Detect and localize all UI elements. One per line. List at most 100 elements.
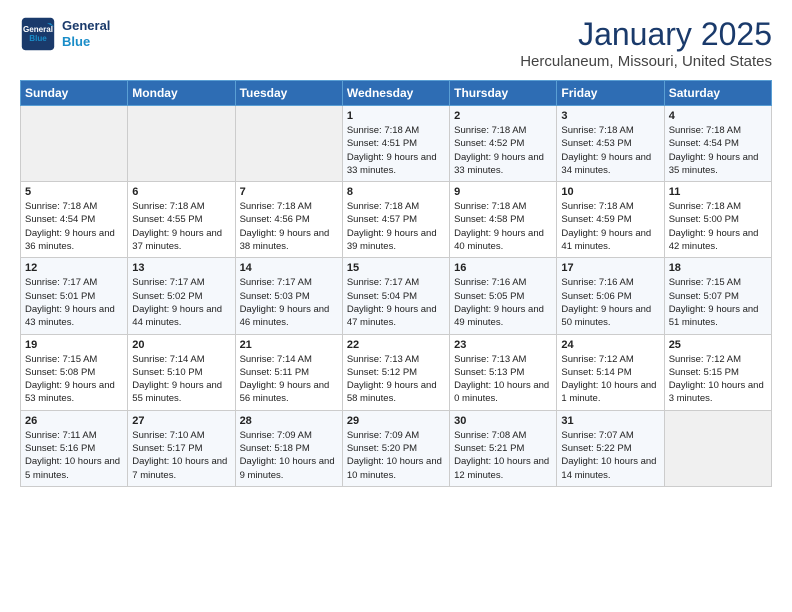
day-info: Sunrise: 7:17 AMSunset: 5:01 PMDaylight:… [25,276,123,329]
svg-text:General: General [23,25,53,34]
day-number: 29 [347,415,445,427]
day-info: Sunrise: 7:09 AMSunset: 5:18 PMDaylight:… [240,429,338,482]
day-info: Sunrise: 7:16 AMSunset: 5:06 PMDaylight:… [561,276,659,329]
day-number: 8 [347,186,445,198]
logo-name-blue: Blue [62,34,110,50]
calendar-header-row: SundayMondayTuesdayWednesdayThursdayFrid… [21,81,772,106]
calendar-cell: 20Sunrise: 7:14 AMSunset: 5:10 PMDayligh… [128,334,235,410]
day-info: Sunrise: 7:18 AMSunset: 4:54 PMDaylight:… [25,200,123,253]
calendar-week-row: 26 Sunrise: 7:11 AMSunset: 5:16 PMDayligh… [21,410,772,486]
day-number: 26 [25,415,123,427]
title-block: January 2025 Herculaneum, Missouri, Unit… [520,16,772,70]
day-number: 3 [561,110,659,122]
calendar-cell [664,410,771,486]
day-info: Sunrise: 7:18 AMSunset: 5:00 PMDaylight:… [669,200,767,253]
day-info: Sunrise: 7:16 AMSunset: 5:05 PMDaylight:… [454,276,552,329]
day-info: Sunrise: 7:18 AMSunset: 4:54 PMDaylight:… [669,124,767,177]
header: General Blue General Blue January 2025 H… [20,16,772,70]
day-number: 24 [561,339,659,351]
day-number: 31 [561,415,659,427]
calendar-cell: 28 Sunrise: 7:09 AMSunset: 5:18 PMDayligh… [235,410,342,486]
col-header-friday: Friday [557,81,664,106]
day-number: 16 [454,262,552,274]
calendar-cell: 18 Sunrise: 7:15 AMSunset: 5:07 PMDayligh… [664,258,771,334]
calendar-cell [21,106,128,182]
calendar-cell: 14Sunrise: 7:17 AMSunset: 5:03 PMDayligh… [235,258,342,334]
col-header-wednesday: Wednesday [342,81,449,106]
day-number: 13 [132,262,230,274]
day-info: Sunrise: 7:18 AMSunset: 4:53 PMDaylight:… [561,124,659,177]
calendar-cell: 27 Sunrise: 7:10 AMSunset: 5:17 PMDayligh… [128,410,235,486]
calendar-subtitle: Herculaneum, Missouri, United States [520,53,772,70]
day-info: Sunrise: 7:09 AMSunset: 5:20 PMDaylight:… [347,429,445,482]
day-number: 23 [454,339,552,351]
day-number: 6 [132,186,230,198]
calendar-title: January 2025 [520,16,772,53]
calendar-cell: 31Sunrise: 7:07 AMSunset: 5:22 PMDayligh… [557,410,664,486]
day-number: 11 [669,186,767,198]
calendar-cell: 1Sunrise: 7:18 AMSunset: 4:51 PMDaylight… [342,106,449,182]
day-number: 2 [454,110,552,122]
page-container: General Blue General Blue January 2025 H… [0,0,792,497]
calendar-cell: 19 Sunrise: 7:15 AMSunset: 5:08 PMDayligh… [21,334,128,410]
day-number: 27 [132,415,230,427]
calendar-cell [128,106,235,182]
calendar-cell: 25Sunrise: 7:12 AMSunset: 5:15 PMDayligh… [664,334,771,410]
calendar-cell: 8Sunrise: 7:18 AMSunset: 4:57 PMDaylight… [342,182,449,258]
day-number: 30 [454,415,552,427]
calendar-cell: 26 Sunrise: 7:11 AMSunset: 5:16 PMDayligh… [21,410,128,486]
calendar-cell [235,106,342,182]
day-number: 7 [240,186,338,198]
calendar-week-row: 12Sunrise: 7:17 AMSunset: 5:01 PMDayligh… [21,258,772,334]
day-number: 4 [669,110,767,122]
day-info: Sunrise: 7:13 AMSunset: 5:13 PMDaylight:… [454,353,552,406]
col-header-thursday: Thursday [450,81,557,106]
calendar-cell: 16 Sunrise: 7:16 AMSunset: 5:05 PMDayligh… [450,258,557,334]
calendar-cell: 23 Sunrise: 7:13 AMSunset: 5:13 PMDayligh… [450,334,557,410]
calendar-cell: 11 Sunrise: 7:18 AMSunset: 5:00 PMDayligh… [664,182,771,258]
day-info: Sunrise: 7:17 AMSunset: 5:02 PMDaylight:… [132,276,230,329]
calendar-cell: 21Sunrise: 7:14 AMSunset: 5:11 PMDayligh… [235,334,342,410]
col-header-sunday: Sunday [21,81,128,106]
day-number: 15 [347,262,445,274]
day-number: 22 [347,339,445,351]
calendar-cell: 17Sunrise: 7:16 AMSunset: 5:06 PMDayligh… [557,258,664,334]
calendar-cell: 29 Sunrise: 7:09 AMSunset: 5:20 PMDayligh… [342,410,449,486]
calendar-table: SundayMondayTuesdayWednesdayThursdayFrid… [20,80,772,487]
day-info: Sunrise: 7:10 AMSunset: 5:17 PMDaylight:… [132,429,230,482]
day-number: 28 [240,415,338,427]
day-info: Sunrise: 7:17 AMSunset: 5:03 PMDaylight:… [240,276,338,329]
day-info: Sunrise: 7:11 AMSunset: 5:16 PMDaylight:… [25,429,123,482]
day-info: Sunrise: 7:18 AMSunset: 4:55 PMDaylight:… [132,200,230,253]
calendar-cell: 6 Sunrise: 7:18 AMSunset: 4:55 PMDaylight… [128,182,235,258]
calendar-cell: 4 Sunrise: 7:18 AMSunset: 4:54 PMDaylight… [664,106,771,182]
day-info: Sunrise: 7:17 AMSunset: 5:04 PMDaylight:… [347,276,445,329]
day-info: Sunrise: 7:15 AMSunset: 5:07 PMDaylight:… [669,276,767,329]
logo-icon: General Blue [20,16,56,52]
day-info: Sunrise: 7:18 AMSunset: 4:59 PMDaylight:… [561,200,659,253]
col-header-saturday: Saturday [664,81,771,106]
day-number: 25 [669,339,767,351]
day-info: Sunrise: 7:18 AMSunset: 4:52 PMDaylight:… [454,124,552,177]
calendar-cell: 9Sunrise: 7:18 AMSunset: 4:58 PMDaylight… [450,182,557,258]
calendar-cell: 22Sunrise: 7:13 AMSunset: 5:12 PMDayligh… [342,334,449,410]
day-number: 18 [669,262,767,274]
col-header-tuesday: Tuesday [235,81,342,106]
calendar-cell: 15 Sunrise: 7:17 AMSunset: 5:04 PMDayligh… [342,258,449,334]
day-number: 5 [25,186,123,198]
calendar-cell: 30 Sunrise: 7:08 AMSunset: 5:21 PMDayligh… [450,410,557,486]
day-info: Sunrise: 7:15 AMSunset: 5:08 PMDaylight:… [25,353,123,406]
day-info: Sunrise: 7:08 AMSunset: 5:21 PMDaylight:… [454,429,552,482]
day-info: Sunrise: 7:18 AMSunset: 4:56 PMDaylight:… [240,200,338,253]
calendar-cell: 10 Sunrise: 7:18 AMSunset: 4:59 PMDayligh… [557,182,664,258]
day-number: 10 [561,186,659,198]
calendar-cell: 2 Sunrise: 7:18 AMSunset: 4:52 PMDaylight… [450,106,557,182]
calendar-cell: 7 Sunrise: 7:18 AMSunset: 4:56 PMDaylight… [235,182,342,258]
day-number: 21 [240,339,338,351]
col-header-monday: Monday [128,81,235,106]
day-number: 1 [347,110,445,122]
logo-name-general: General [62,18,110,34]
day-number: 19 [25,339,123,351]
svg-text:Blue: Blue [29,34,47,43]
day-info: Sunrise: 7:18 AMSunset: 4:58 PMDaylight:… [454,200,552,253]
